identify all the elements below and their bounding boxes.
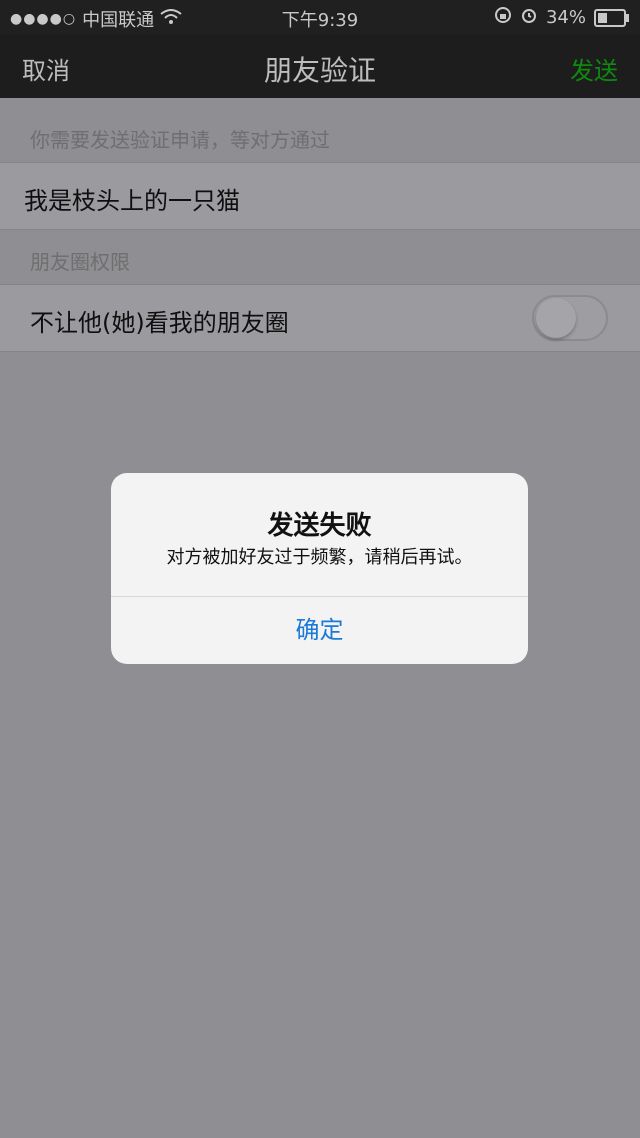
battery-percent: 34%: [545, 7, 586, 28]
hide-moments-label: 不让他(她)看我的朋友圈: [30, 309, 289, 337]
battery-icon: [594, 8, 629, 27]
confirm-button[interactable]: 确定: [111, 597, 528, 664]
verification-message-input[interactable]: 我是枝头上的一只猫: [24, 181, 240, 216]
status-right: 34%: [494, 6, 629, 29]
send-failed-alert: 发送失败 对方被加好友过于频繁，请稍后再试。 确定: [111, 473, 528, 664]
alert-message: 对方被加好友过于频繁，请稍后再试。: [166, 547, 473, 568]
hide-moments-toggle[interactable]: [532, 295, 608, 341]
toggle-knob: [536, 298, 576, 338]
send-button[interactable]: 发送: [570, 51, 618, 86]
status-bar: ●●●●○ 中国联通 下午9:39 34%: [0, 0, 640, 34]
page-title: 朋友验证: [263, 54, 376, 87]
hide-moments-cell: 不让他(她)看我的朋友圈: [0, 284, 640, 352]
moments-section-label: 朋友圈权限: [30, 250, 130, 274]
alarm-icon: [520, 6, 538, 29]
alert-title: 发送失败: [267, 511, 372, 541]
navigation-bar: 取消 朋友验证 发送: [0, 34, 640, 98]
orientation-lock-icon: [494, 6, 512, 29]
verification-section-label: 你需要发送验证申请，等对方通过: [30, 128, 330, 152]
verification-message-cell[interactable]: 我是枝头上的一只猫: [0, 162, 640, 230]
